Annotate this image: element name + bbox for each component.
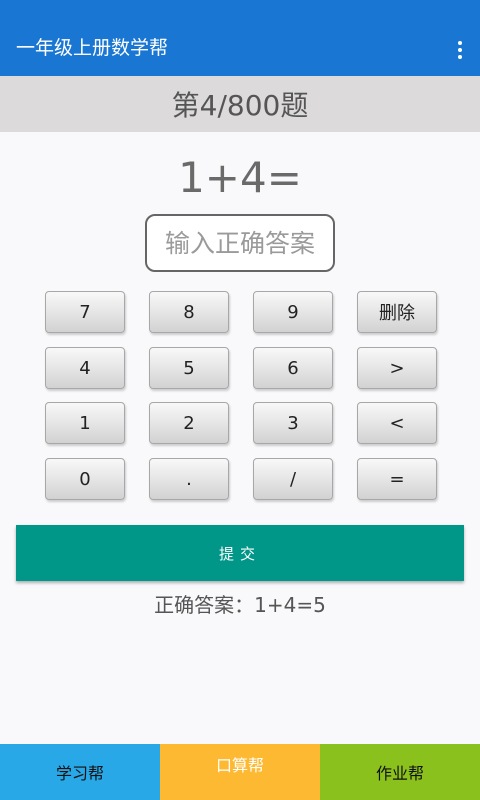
menu-dot	[458, 41, 462, 45]
slash-key[interactable]: /	[253, 458, 333, 500]
key-1[interactable]: 1	[45, 402, 125, 444]
correct-answer-text: 正确答案：1+4=5	[154, 593, 326, 617]
overflow-menu-icon[interactable]	[450, 38, 470, 62]
key-5[interactable]: 5	[149, 347, 229, 389]
nav-item-oral-math[interactable]: 口算帮	[160, 744, 320, 800]
question-progress-bar: 第4/800题	[0, 76, 480, 132]
menu-dot	[458, 55, 462, 59]
nav-item-label: 作业帮	[375, 764, 424, 783]
app-screen: 一年级上册数学帮 第4/800题 1+4= 7 8 9 删除 4 5 6 > 1…	[0, 0, 480, 800]
nav-item-study[interactable]: 学习帮	[0, 744, 160, 800]
key-0[interactable]: 0	[45, 458, 125, 500]
submit-button[interactable]: 提交	[16, 525, 464, 581]
delete-key[interactable]: 删除	[357, 291, 437, 333]
key-6[interactable]: 6	[253, 347, 333, 389]
less-than-key[interactable]: <	[357, 402, 437, 444]
nav-item-homework[interactable]: 作业帮	[320, 744, 480, 800]
decimal-point-key[interactable]: .	[149, 458, 229, 500]
greater-than-key[interactable]: >	[357, 347, 437, 389]
nav-item-label: 口算帮	[215, 756, 264, 775]
answer-input[interactable]	[145, 214, 335, 272]
question-progress: 第4/800题	[171, 89, 309, 122]
key-9[interactable]: 9	[253, 291, 333, 333]
key-3[interactable]: 3	[253, 402, 333, 444]
app-title: 一年级上册数学帮	[16, 37, 169, 59]
key-8[interactable]: 8	[149, 291, 229, 333]
key-7[interactable]: 7	[45, 291, 125, 333]
equals-key[interactable]: =	[357, 458, 437, 500]
question-text: 1+4=	[178, 153, 302, 202]
bottom-navigation: 学习帮 口算帮 作业帮	[0, 744, 480, 800]
nav-item-label: 学习帮	[55, 764, 104, 783]
key-2[interactable]: 2	[149, 402, 229, 444]
menu-dot	[458, 48, 462, 52]
app-bar: 一年级上册数学帮	[0, 0, 480, 76]
key-4[interactable]: 4	[45, 347, 125, 389]
